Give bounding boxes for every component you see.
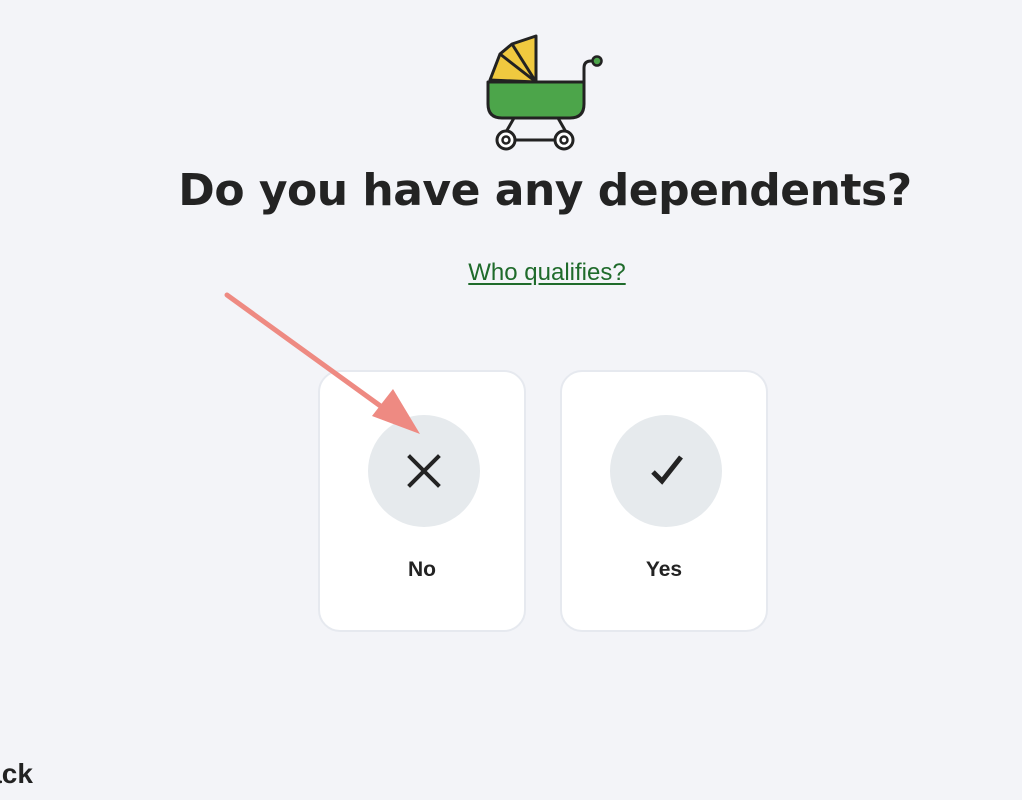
- page: Do you have any dependents? Who qualifie…: [0, 0, 1022, 800]
- annotation-arrow-icon: [224, 292, 420, 434]
